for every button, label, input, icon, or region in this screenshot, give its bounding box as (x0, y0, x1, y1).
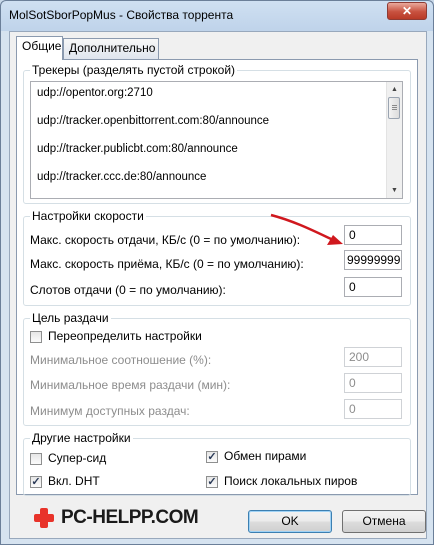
dht-checkbox[interactable]: ✓ (30, 476, 42, 488)
scroll-down-icon[interactable]: ▼ (387, 183, 402, 198)
min-ratio-label: Минимальное соотношение (%): (30, 353, 212, 367)
trackers-scrollbar[interactable]: ▲ ▼ (386, 82, 402, 198)
trackers-legend: Трекеры (разделять пустой строкой) (30, 63, 238, 77)
seeding-goal-group: Цель раздачи Переопределить настройки Ми… (23, 311, 411, 426)
download-limit-label: Макс. скорость приёма, КБ/с (0 = по умол… (30, 257, 304, 271)
ok-button[interactable]: OK (248, 510, 332, 533)
min-seeds-label: Минимум доступных раздач: (30, 404, 190, 418)
upload-slots-input[interactable]: 0 (344, 277, 402, 297)
upload-limit-input[interactable]: 0 (344, 225, 402, 245)
local-peers-checkbox[interactable]: ✓ (206, 476, 218, 488)
trackers-textarea[interactable]: udp://opentor.org:2710 udp://tracker.ope… (30, 81, 403, 199)
scroll-thumb[interactable] (388, 97, 400, 119)
seeding-goal-legend: Цель раздачи (30, 311, 111, 325)
cancel-button[interactable]: Отмена (342, 510, 426, 533)
tab-advanced[interactable]: Дополнительно (63, 38, 159, 59)
min-seeds-input[interactable]: 0 (344, 399, 402, 419)
override-checkbox[interactable] (30, 331, 42, 343)
upload-slots-label: Слотов отдачи (0 = по умолчанию): (30, 283, 226, 297)
min-ratio-input[interactable]: 200 (344, 347, 402, 367)
min-time-label: Минимальное время раздачи (мин): (30, 378, 231, 392)
peer-exchange-checkbox[interactable]: ✓ (206, 451, 218, 463)
other-settings-legend: Другие настройки (30, 431, 133, 445)
window-title: MolSotSborPopMus - Свойства торрента (9, 8, 234, 22)
download-limit-input[interactable]: 999999999 (344, 250, 402, 270)
trackers-group: Трекеры (разделять пустой строкой) udp:/… (23, 63, 411, 204)
tab-general[interactable]: Общие (16, 36, 63, 60)
speed-group: Настройки скорости Макс. скорость отдачи… (23, 209, 411, 306)
tracker-item: udp://tracker.publicbt.com:80/announce (37, 143, 238, 155)
superseed-label: Супер-сид (48, 451, 107, 465)
peer-exchange-label: Обмен пирами (224, 449, 307, 463)
close-button[interactable]: ✕ (387, 2, 427, 20)
pc-helpp-watermark: PC-HELPP.COM (31, 507, 207, 529)
tracker-item: udp://tracker.openbittorrent.com:80/anno… (37, 115, 270, 127)
close-icon: ✕ (401, 4, 413, 18)
dialog-body: Общие Дополнительно Трекеры (разделять п… (9, 31, 427, 539)
tracker-item: udp://tracker.ccc.de:80/announce (37, 171, 207, 183)
local-peers-label: Поиск локальных пиров (224, 474, 358, 488)
dht-label: Вкл. DHT (48, 474, 100, 488)
speed-legend: Настройки скорости (30, 209, 146, 223)
watermark-text: PC-HELPP.COM (61, 507, 199, 528)
red-arrow-icon (270, 213, 343, 245)
tab-page-general: Трекеры (разделять пустой строкой) udp:/… (16, 59, 418, 496)
upload-limit-label: Макс. скорость отдачи, КБ/с (0 = по умол… (30, 233, 301, 247)
red-cross-icon (34, 508, 54, 528)
torrent-properties-window: MolSotSborPopMus - Свойства торрента ✕ О… (0, 0, 434, 545)
title-bar[interactable]: MolSotSborPopMus - Свойства торрента ✕ (1, 1, 433, 29)
other-settings-group: Другие настройки Супер-сид ✓ Обмен пирам… (23, 431, 411, 496)
tracker-item: udp://opentor.org:2710 (37, 87, 153, 99)
min-time-input[interactable]: 0 (344, 373, 402, 393)
scroll-up-icon[interactable]: ▲ (387, 82, 402, 97)
override-label: Переопределить настройки (48, 329, 202, 343)
superseed-checkbox[interactable] (30, 453, 42, 465)
